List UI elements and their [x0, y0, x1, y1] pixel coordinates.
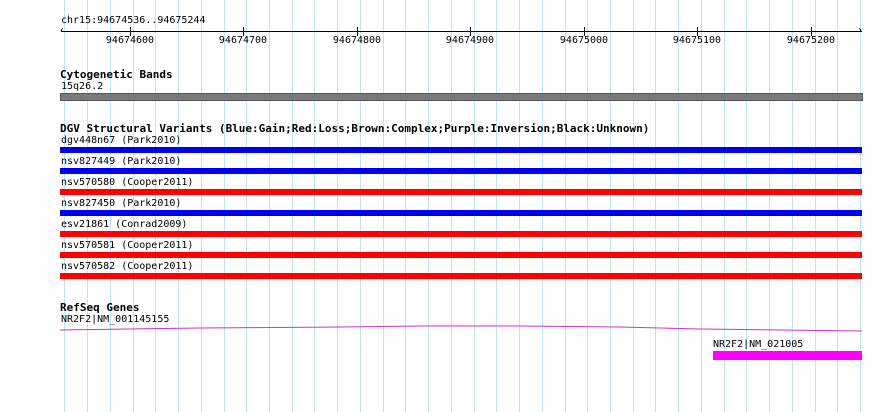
- grid-line: [678, 0, 679, 412]
- scroll-left-icon[interactable]: ‹: [59, 26, 65, 36]
- variant-bar[interactable]: [60, 168, 862, 174]
- grid-line: [269, 0, 270, 412]
- dgv-track-title: DGV Structural Variants (Blue:Gain;Red:L…: [60, 122, 650, 135]
- grid-line: [224, 0, 225, 412]
- grid-line: [610, 0, 611, 412]
- grid-line: [201, 0, 202, 412]
- grid-line: [428, 0, 429, 412]
- ruler-tick-label: 94675200: [786, 35, 836, 46]
- grid-line: [360, 0, 361, 412]
- ruler-tick-label: 94674800: [332, 35, 382, 46]
- grid-line: [565, 0, 566, 412]
- variant-label: nsv570580 (Cooper2011): [61, 177, 194, 188]
- grid-line: [587, 0, 588, 412]
- variant-bar[interactable]: [60, 210, 862, 216]
- grid-line: [246, 0, 247, 412]
- variant-label: nsv570581 (Cooper2011): [61, 240, 194, 251]
- location-label: chr15:94674536..94675244: [61, 15, 206, 26]
- cytoband-track-title: Cytogenetic Bands: [60, 68, 173, 81]
- variant-bar[interactable]: [60, 252, 862, 258]
- grid-line: [519, 0, 520, 412]
- grid-line: [701, 0, 702, 412]
- ruler-tick-label: 94674700: [218, 35, 268, 46]
- variant-label: nsv827450 (Park2010): [61, 198, 182, 209]
- grid-line: [542, 0, 543, 412]
- grid-line: [314, 0, 315, 412]
- gene-intron-line[interactable]: [0, 320, 890, 334]
- variant-label: dgv448n67 (Park2010): [61, 135, 182, 146]
- variant-label: nsv570582 (Cooper2011): [61, 261, 194, 272]
- ruler-tick-label: 94674600: [105, 35, 155, 46]
- grid-line: [292, 0, 293, 412]
- gene-exon-bar[interactable]: [713, 351, 862, 360]
- variant-bar[interactable]: [60, 147, 862, 153]
- variant-label: nsv827449 (Park2010): [61, 156, 182, 167]
- cytoband-label: 15q26.2: [61, 81, 104, 92]
- refseq-track-title: RefSeq Genes: [60, 301, 140, 314]
- variant-label: esv21861 (Conrad2009): [61, 219, 188, 230]
- variant-bar[interactable]: [60, 273, 862, 279]
- grid-line: [337, 0, 338, 412]
- grid-line: [496, 0, 497, 412]
- grid-line: [633, 0, 634, 412]
- ruler-tick-label: 94674900: [445, 35, 495, 46]
- gene-intron-path: [59, 325, 863, 332]
- ruler-axis: [61, 31, 862, 32]
- variant-bar[interactable]: [60, 231, 862, 237]
- variant-bar[interactable]: [60, 189, 862, 195]
- genome-browser-view: chr15:94674536..94675244 ‹ › 94674600 94…: [0, 0, 890, 412]
- grid-line: [451, 0, 452, 412]
- cytoband-bar[interactable]: [60, 93, 863, 101]
- ruler-tick-label: 94675100: [672, 35, 722, 46]
- grid-line: [655, 0, 656, 412]
- grid-line: [474, 0, 475, 412]
- ruler-tick-label: 94675000: [559, 35, 609, 46]
- scroll-right-icon[interactable]: ›: [857, 26, 863, 36]
- gene-label: NR2F2|NM_021005: [713, 339, 804, 350]
- grid-line: [383, 0, 384, 412]
- grid-line: [405, 0, 406, 412]
